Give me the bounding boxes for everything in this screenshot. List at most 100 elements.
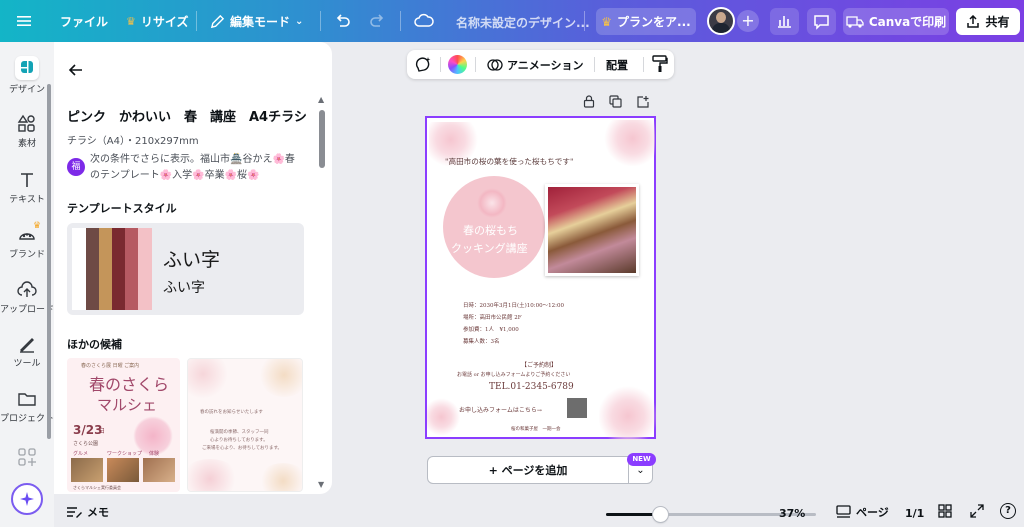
fullscreen-icon[interactable] [970, 504, 984, 521]
notes-label: メモ [87, 506, 109, 519]
circle-title-line1[interactable]: 春の桜もち [463, 222, 518, 238]
comment-icon[interactable] [807, 8, 836, 35]
author-badge[interactable]: 福 [67, 158, 85, 176]
divider [584, 11, 585, 31]
magic-edit-icon[interactable] [415, 56, 432, 76]
template-title: ピンク かわいい 春 講座 A4チラシ [67, 110, 307, 125]
candidate-template-1[interactable]: 春のさくら展 日曜 ご案内 春のさくら マルシェ 3/23 日 さくら公園 グル… [67, 358, 180, 492]
palette-swatch [99, 228, 112, 310]
page-count[interactable]: 1/1 [905, 507, 924, 520]
keyword-tags[interactable]: 次の条件でさらに表示。福山市🏯谷かえ🌸春のテンプレート🌸入学🌸卒業🌸桜🌸 [90, 152, 300, 184]
paint-roller-icon[interactable] [652, 55, 668, 76]
add-page-icon[interactable] [636, 95, 649, 111]
design-icon [15, 56, 39, 80]
info-place[interactable]: 場所：高田市公民館 2F [463, 313, 522, 321]
cherry-blossom-decoration [599, 380, 657, 440]
reserve-note-heading[interactable]: 【ご予約制】 [521, 360, 557, 369]
floral-decoration [188, 359, 228, 399]
top-bar: ファイル ♛ リサイズ 編集モード ⌄ 名称未設定のデザイン... ♛ プランを… [0, 0, 1024, 42]
duplicate-page-icon[interactable] [609, 95, 622, 111]
pages-button[interactable]: ページ [836, 504, 889, 520]
avatar[interactable] [707, 7, 735, 35]
grid-view-icon[interactable] [938, 504, 952, 521]
add-page-button[interactable]: + ページを追加 [427, 456, 629, 484]
info-fee[interactable]: 参加費：1人 ¥1,000 [463, 325, 519, 333]
rail-label-design: デザイン [8, 85, 45, 95]
apps-icon[interactable] [17, 447, 37, 470]
cloud-sync-icon[interactable] [414, 12, 434, 33]
rail-item-projects[interactable]: プロジェクト [0, 389, 54, 424]
hamburger-icon[interactable] [16, 13, 32, 29]
candidate1-day: 日 [99, 428, 106, 435]
design-page[interactable]: "高田市の桜の葉を使った桜もちです" 春の桜もち クッキング講座 日時：2030… [425, 116, 657, 440]
add-page-label: + ページを追加 [488, 464, 568, 477]
reserve-note[interactable]: お電話 or お申し込みフォームよりご予約ください [457, 371, 570, 378]
text-icon [21, 173, 33, 187]
file-menu[interactable]: ファイル [60, 13, 108, 30]
document-title[interactable]: 名称未設定のデザイン... [456, 14, 590, 31]
candidate2-line1: 春の訪れをお知らせいたします [200, 410, 263, 415]
resize-button[interactable]: ♛ リサイズ [126, 13, 189, 30]
truck-icon [846, 15, 864, 28]
help-icon[interactable]: ? [1000, 503, 1016, 519]
form-link-text[interactable]: お申し込みフォームはこちら→ [459, 405, 542, 414]
rail-label-brand: ブランド [8, 250, 45, 260]
candidate1-photo [71, 458, 103, 482]
rail-item-uploads[interactable]: アップロード [0, 280, 54, 315]
undo-icon[interactable] [334, 12, 352, 33]
palette-swatch [72, 228, 86, 310]
animation-button[interactable]: アニメーション [487, 57, 584, 73]
circle-title-line2[interactable]: クッキング講座 [451, 240, 528, 256]
candidate1-tag2: ワークショップ [107, 451, 143, 457]
rail-item-design[interactable]: デザイン [0, 56, 54, 95]
panel-scrollbar-thumb[interactable] [319, 110, 325, 168]
rail-label-elements: 素材 [17, 139, 36, 149]
upgrade-plan-button[interactable]: ♛ プランをア... [596, 8, 696, 35]
template-style-card[interactable]: ふい字 ふい字 [67, 223, 304, 315]
rail-item-tools[interactable]: ツール [0, 334, 54, 369]
divider [475, 57, 476, 72]
cherry-blossom-icon [477, 188, 507, 218]
info-capacity[interactable]: 募集人数：3名 [463, 337, 500, 345]
rail-item-text[interactable]: テキスト [0, 170, 54, 205]
position-button[interactable]: 配置 [606, 57, 628, 73]
candidate-template-2[interactable]: 春の訪れをお知らせいたします 桜満開の季節、スタッフ一同 心よりお待ちしておりま… [187, 358, 303, 492]
pages-icon [836, 505, 851, 518]
cherry-blossom-decoration [427, 398, 463, 436]
insights-icon[interactable] [770, 8, 799, 35]
organizer-name[interactable]: 桜の和菓子屋 一期一会 [511, 426, 561, 432]
notes-button[interactable]: メモ [66, 504, 109, 520]
qr-code[interactable] [567, 398, 587, 418]
lock-icon[interactable] [583, 95, 595, 111]
template-details-panel: ピンク かわいい 春 講座 A4チラシ チラシ（A4）・210x297mm 福 … [54, 42, 332, 494]
phone-number[interactable]: TEL.01-2345-6789 [489, 382, 574, 392]
panel-scroll-down-icon[interactable]: ▼ [318, 480, 324, 489]
floral-decoration [188, 459, 240, 491]
rail-scrollbar[interactable] [47, 84, 51, 439]
back-arrow-icon[interactable] [68, 62, 84, 81]
magic-assistant-button[interactable] [11, 483, 43, 515]
crown-icon: ♛ [126, 15, 136, 28]
share-button[interactable]: 共有 [956, 8, 1020, 35]
sakura-mochi-photo[interactable] [545, 184, 639, 276]
rail-label-tools: ツール [13, 359, 41, 369]
template-style-heading: テンプレートスタイル [67, 202, 177, 215]
upload-icon [17, 281, 37, 297]
redo-icon[interactable] [368, 12, 386, 33]
pages-label: ページ [856, 506, 889, 519]
candidate2-line4: ご来場を心より、お待ちしております。 [202, 446, 283, 451]
rail-item-brand[interactable]: ♛ ブランド [0, 221, 54, 260]
floral-decoration [258, 359, 302, 397]
panel-scroll-up-icon[interactable]: ▲ [318, 95, 324, 104]
rail-label-projects: プロジェクト [0, 414, 55, 424]
color-wheel-icon[interactable] [448, 55, 467, 74]
elements-icon [17, 114, 35, 132]
info-date[interactable]: 日時：2030年3月1日(土)10:00～12:00 [463, 301, 564, 309]
edit-mode-dropdown[interactable]: 編集モード ⌄ [210, 13, 303, 30]
zoom-slider-thumb[interactable] [653, 507, 668, 522]
zoom-level[interactable]: 37% [779, 507, 805, 520]
print-with-canva-button[interactable]: Canvaで印刷 [843, 8, 949, 35]
flyer-tagline[interactable]: "高田市の桜の葉を使った桜もちです" [445, 156, 645, 167]
rail-item-elements[interactable]: 素材 [0, 114, 54, 149]
add-collaborator-button[interactable]: + [737, 10, 759, 32]
